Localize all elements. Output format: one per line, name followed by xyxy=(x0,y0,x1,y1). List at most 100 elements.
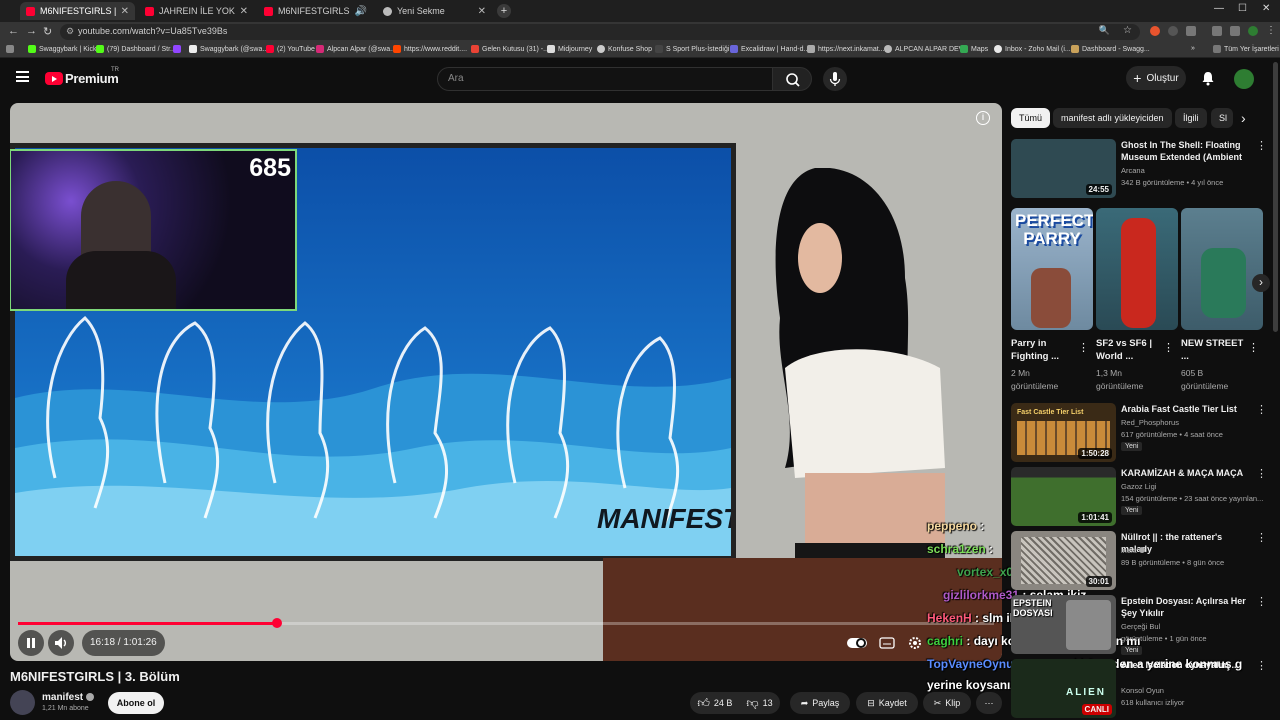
more-vertical-icon[interactable]: ⋮ xyxy=(1078,341,1089,354)
bookmark-item[interactable]: Alpcan Alpar (@swa... xyxy=(316,45,396,53)
related-video[interactable]: EPSTEIN DOSYASI Epstein Dosyası: Açılırs… xyxy=(1011,595,1271,655)
related-video[interactable]: 30:01 Nüllrot || : the rattener's malady… xyxy=(1011,531,1271,591)
bookmark-item[interactable]: Swaggybark (@swa... xyxy=(189,45,268,53)
channel-name[interactable]: manifest xyxy=(42,692,95,703)
bookmark-item[interactable]: Maps xyxy=(960,45,988,53)
zoom-icon[interactable]: 🔍 xyxy=(1099,25,1110,36)
subtitles-icon[interactable] xyxy=(878,635,896,651)
short-title[interactable]: SF2 vs SF6 | World ... xyxy=(1096,337,1161,363)
notifications-bell-icon[interactable] xyxy=(1200,70,1216,86)
more-vertical-icon[interactable]: ⋮ xyxy=(1256,595,1267,608)
new-tab-button[interactable]: + xyxy=(497,4,511,18)
more-vertical-icon[interactable]: ⋮ xyxy=(1163,341,1174,354)
close-tab-icon[interactable]: ✕ xyxy=(478,6,486,17)
more-actions-button[interactable]: ⋯ xyxy=(976,692,1002,714)
info-icon[interactable]: i xyxy=(976,111,990,125)
user-avatar[interactable] xyxy=(1234,69,1254,89)
more-vertical-icon[interactable]: ⋮ xyxy=(1248,341,1259,354)
browser-tab[interactable]: M6NIFESTGIRLS | 3. Bölüm 🔊 xyxy=(258,2,373,20)
site-info-icon[interactable]: ⚙ xyxy=(66,26,74,37)
bookmark-item[interactable]: Swaggybark | Kick xyxy=(28,45,96,53)
youtube-logo[interactable]: Premium TR xyxy=(45,67,119,86)
bookmark-star-icon[interactable]: ☆ xyxy=(1123,25,1132,36)
more-bookmarks-icon[interactable]: » xyxy=(1191,45,1195,52)
settings-gear-icon[interactable] xyxy=(907,635,923,651)
bookmark-item[interactable]: ALPCAN ALPAR DEV... xyxy=(884,45,969,53)
url-field[interactable]: ⚙ youtube.com/watch?v=Ua85Tve39Bs 🔍 ☆ xyxy=(60,24,1140,40)
short-thumbnail[interactable] xyxy=(1181,208,1263,330)
pause-button[interactable] xyxy=(18,630,44,656)
related-video[interactable]: 24:55 Ghost In The Shell: Floating Museu… xyxy=(1011,139,1271,199)
short-title[interactable]: Parry in Fighting ... xyxy=(1011,337,1076,363)
chip-related[interactable]: İlgili xyxy=(1175,108,1207,128)
more-vertical-icon[interactable]: ⋮ xyxy=(1256,531,1267,544)
short-title[interactable]: NEW STREET ... xyxy=(1181,337,1246,363)
search-input[interactable] xyxy=(448,73,748,84)
clip-button[interactable]: ✂ Klip xyxy=(923,692,971,714)
all-bookmarks[interactable]: Tüm Yer İşaretleri xyxy=(1213,45,1279,53)
autoplay-toggle[interactable] xyxy=(846,635,868,651)
chip-from-uploader[interactable]: manifest adlı yükleyiciden xyxy=(1053,108,1172,128)
page-scrollbar[interactable] xyxy=(1273,62,1278,332)
browser-tab[interactable]: Yeni Sekme ✕ xyxy=(377,2,492,20)
hamburger-menu-icon[interactable] xyxy=(16,71,29,82)
channel-avatar[interactable] xyxy=(10,690,35,715)
close-window-icon[interactable]: ✕ xyxy=(1262,3,1270,14)
chip-more[interactable]: Sl xyxy=(1211,108,1233,128)
subscribe-button[interactable]: Abone ol xyxy=(108,692,164,714)
short-thumbnail[interactable]: PERFECT PARRY xyxy=(1011,208,1093,330)
bookmark-item[interactable]: Gelen Kutusu (31) -... xyxy=(471,45,549,53)
extension-icon[interactable] xyxy=(1150,26,1160,36)
more-vertical-icon[interactable]: ⋮ xyxy=(1256,403,1267,416)
back-icon[interactable]: ← xyxy=(8,25,19,37)
browser-tab[interactable]: M6NIFESTGIRLS | 3. Bölüm - YouTube ✕ xyxy=(20,2,135,20)
related-video[interactable]: 1:01:41 KARAMİZAH & MAÇA MAÇA Gazoz Ligi… xyxy=(1011,467,1271,527)
bookmark-item[interactable]: Midjourney xyxy=(547,45,592,53)
maximize-icon[interactable]: ☐ xyxy=(1238,3,1247,14)
voice-search-button[interactable] xyxy=(823,67,847,91)
sidepanel-icon[interactable] xyxy=(1230,26,1240,36)
bookmark-item[interactable]: Excalidraw | Hand-d... xyxy=(730,45,809,53)
more-vertical-icon[interactable]: ⋮ xyxy=(1256,139,1267,152)
close-tab-icon[interactable]: ✕ xyxy=(121,6,129,17)
bookmark-item[interactable]: https://next.inkamat... xyxy=(807,45,885,53)
minimize-icon[interactable]: — xyxy=(1214,3,1224,14)
related-video[interactable]: ALIEN CANLI Alien Isolation oynayalım ..… xyxy=(1011,659,1271,720)
save-button[interactable]: ⊟ Kaydet xyxy=(856,692,918,714)
bookmark-item[interactable]: Inbox - Zoho Mail (i... xyxy=(994,45,1071,53)
bookmark-item[interactable]: Dashboard - Swagg... xyxy=(1071,45,1150,53)
browser-tab[interactable]: JAHREIN İLE YOK ETTİK #Türkçe ✕ xyxy=(139,2,254,20)
browser-menu-icon[interactable]: ⋮ xyxy=(1266,25,1276,36)
reload-icon[interactable]: ↻ xyxy=(43,25,52,38)
extensions-puzzle-icon[interactable] xyxy=(1186,26,1196,36)
bookmark-item[interactable]: (2) YouTube xyxy=(266,45,315,53)
share-button[interactable]: ➦ Paylaş xyxy=(790,692,850,714)
download-icon[interactable] xyxy=(1212,26,1222,36)
video-player[interactable]: MANIFEST 685 i 16:18 / 1:01:26 xyxy=(10,103,1002,661)
more-vertical-icon[interactable]: ⋮ xyxy=(1256,659,1267,672)
more-vertical-icon[interactable]: ⋮ xyxy=(1256,467,1267,480)
audio-playing-icon[interactable]: 🔊 xyxy=(355,6,367,17)
apps-icon[interactable] xyxy=(6,45,17,53)
profile-icon[interactable] xyxy=(1248,26,1258,36)
create-button[interactable]: + Oluştur xyxy=(1126,66,1186,90)
scrubber-handle[interactable] xyxy=(271,618,282,628)
extension-icon[interactable] xyxy=(1168,26,1178,36)
chip-all[interactable]: Tümü xyxy=(1011,108,1051,128)
like-button[interactable]: 👍︎ 24 B xyxy=(697,696,732,711)
chevron-right-icon[interactable]: › xyxy=(1241,110,1246,126)
bookmark-item[interactable]: S Sport Plus-İstediği... xyxy=(655,45,735,53)
shorts-next-chevron-icon[interactable]: › xyxy=(1252,274,1270,292)
dislike-button[interactable]: 👎︎ 13 xyxy=(746,696,772,711)
close-tab-icon[interactable]: ✕ xyxy=(240,6,248,17)
bookmark-item[interactable] xyxy=(173,45,184,53)
short-thumbnail[interactable] xyxy=(1096,208,1178,330)
related-video[interactable]: Fast Castle Tier List 1:50:28 Arabia Fas… xyxy=(1011,403,1271,463)
volume-button[interactable] xyxy=(48,630,74,656)
bookmark-item[interactable]: Konfuse Shop xyxy=(597,45,652,53)
search-button[interactable] xyxy=(772,67,812,91)
progress-bar[interactable] xyxy=(18,618,994,628)
bookmark-item[interactable]: (79) Dashboard / Str... xyxy=(96,45,176,53)
forward-icon[interactable]: → xyxy=(26,25,37,37)
bookmark-item[interactable]: https://www.reddit.... xyxy=(393,45,467,53)
